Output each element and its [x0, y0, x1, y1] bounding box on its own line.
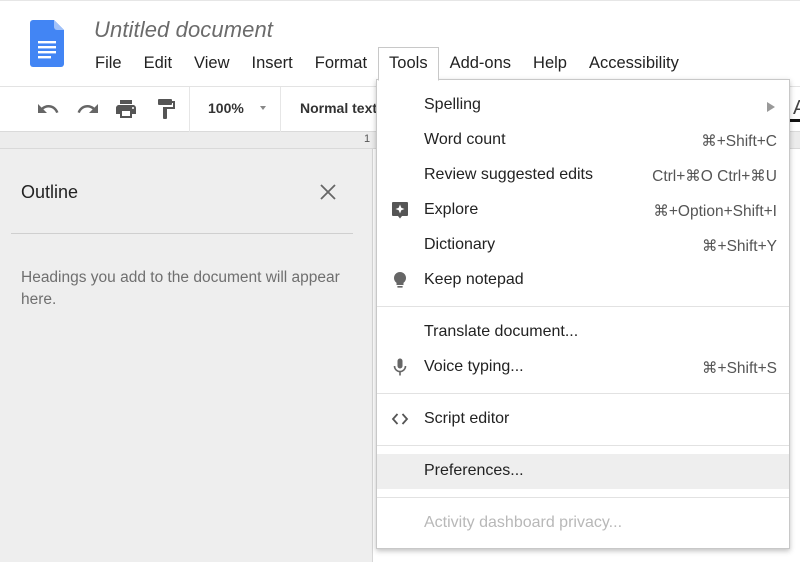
outline-empty-message: Headings you add to the document will ap…	[21, 269, 340, 308]
menu-item-label: Keep notepad	[424, 271, 524, 288]
print-icon[interactable]	[114, 97, 138, 121]
menu-edit[interactable]: Edit	[133, 47, 183, 79]
google-docs-window: Untitled document File Edit View Insert …	[0, 0, 800, 562]
microphone-icon	[393, 358, 407, 376]
menu-item-dictionary[interactable]: Dictionary ⌘+Shift+Y	[377, 228, 789, 263]
zoom-dropdown-caret-icon[interactable]	[260, 106, 266, 110]
menu-item-shortcut: ⌘+Shift+S	[702, 360, 777, 377]
google-docs-icon[interactable]	[30, 20, 64, 67]
keep-bulb-icon	[393, 271, 407, 288]
menu-item-activity-dashboard-privacy: Activity dashboard privacy...	[377, 506, 789, 541]
explore-icon	[392, 202, 408, 219]
submenu-arrow-icon	[767, 102, 775, 112]
menu-item-translate-document[interactable]: Translate document...	[377, 315, 789, 350]
menu-item-shortcut: Ctrl+⌘O Ctrl+⌘U	[652, 168, 777, 185]
menu-tools[interactable]: Tools	[378, 47, 439, 81]
menu-item-label: Dictionary	[424, 236, 496, 253]
menu-item-label: Explore	[424, 201, 479, 218]
undo-icon[interactable]	[36, 97, 60, 121]
menu-item-explore[interactable]: Explore ⌘+Option+Shift+I	[377, 193, 789, 228]
menu-help[interactable]: Help	[522, 47, 578, 79]
menu-insert[interactable]: Insert	[241, 47, 304, 79]
menu-separator	[377, 445, 789, 446]
redo-icon[interactable]	[76, 97, 100, 121]
menu-file[interactable]: File	[84, 47, 133, 79]
menu-item-shortcut: ⌘+Shift+Y	[702, 238, 777, 255]
menu-item-label: Activity dashboard privacy...	[424, 514, 623, 531]
menu-accessibility[interactable]: Accessibility	[578, 47, 690, 79]
outline-panel: Outline Headings you add to the document…	[0, 149, 372, 562]
header: Untitled document File Edit View Insert …	[0, 0, 800, 86]
menu-item-review-suggested-edits[interactable]: Review suggested edits Ctrl+⌘O Ctrl+⌘U	[377, 158, 789, 193]
menu-item-word-count[interactable]: Word count ⌘+Shift+C	[377, 123, 789, 158]
menu-item-voice-typing[interactable]: Voice typing... ⌘+Shift+S	[377, 350, 789, 385]
menu-item-label: Translate document...	[424, 323, 579, 340]
outline-title: Outline	[21, 182, 79, 202]
menu-view[interactable]: View	[183, 47, 240, 79]
menu-item-label: Word count	[424, 131, 506, 148]
paint-format-icon[interactable]	[154, 97, 178, 121]
menu-item-label: Preferences...	[424, 462, 524, 479]
menu-item-spelling[interactable]: Spelling	[377, 88, 789, 123]
menu-item-label: Review suggested edits	[424, 166, 593, 183]
menu-item-label: Spelling	[424, 96, 481, 113]
zoom-select[interactable]: 100%	[208, 100, 244, 116]
document-title[interactable]: Untitled document	[94, 17, 273, 43]
toolbar-divider	[189, 87, 190, 133]
menu-separator	[377, 306, 789, 307]
menu-bar: File Edit View Insert Format Tools Add-o…	[84, 47, 690, 81]
outline-divider	[11, 233, 353, 234]
toolbar-divider	[280, 87, 281, 133]
menu-separator	[377, 497, 789, 498]
menu-item-shortcut: ⌘+Shift+C	[701, 133, 777, 150]
close-icon[interactable]	[318, 182, 338, 202]
code-icon	[391, 413, 409, 425]
menu-add-ons[interactable]: Add-ons	[439, 47, 522, 79]
menu-item-keep-notepad[interactable]: Keep notepad	[377, 263, 789, 298]
text-color-swatch	[790, 119, 800, 122]
paragraph-style-select[interactable]: Normal text	[300, 100, 380, 116]
ruler-marker: 1	[364, 133, 371, 145]
menu-item-script-editor[interactable]: Script editor	[377, 402, 789, 437]
menu-separator	[377, 393, 789, 394]
tools-menu: Spelling Word count ⌘+Shift+C Review sug…	[376, 79, 790, 549]
menu-item-label: Script editor	[424, 410, 510, 427]
menu-item-label: Voice typing...	[424, 358, 524, 375]
menu-item-shortcut: ⌘+Option+Shift+I	[653, 203, 777, 220]
menu-item-preferences[interactable]: Preferences...	[377, 454, 789, 489]
menu-format[interactable]: Format	[304, 47, 378, 79]
text-color-button[interactable]: A	[793, 97, 800, 120]
